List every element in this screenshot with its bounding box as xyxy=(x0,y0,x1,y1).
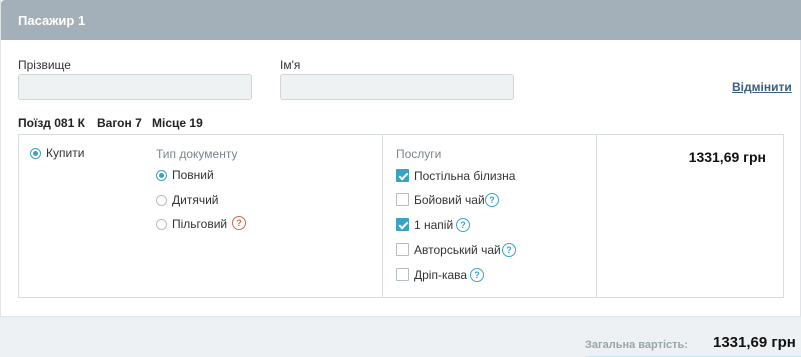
doc-type-radio-child[interactable] xyxy=(156,195,167,206)
buy-radio[interactable] xyxy=(30,148,41,159)
column-divider xyxy=(382,135,383,297)
surname-label: Прізвище xyxy=(18,58,71,72)
train-number: Поїзд 081 К xyxy=(18,116,85,130)
question-circle-icon[interactable]: ? xyxy=(470,268,484,282)
doc-type-label: Тип документу xyxy=(156,147,238,161)
question-circle-icon[interactable]: ? xyxy=(456,218,470,232)
service-checkbox-tea[interactable] xyxy=(396,193,409,206)
passenger-card: Пасажир 1 Прізвище Ім'я Відмінити Поїзд … xyxy=(0,0,801,316)
total-value: 1331,69 грн xyxy=(713,334,796,351)
services-label: Послуги xyxy=(396,147,442,161)
service-drip-coffee-label: Дріп-кава xyxy=(414,268,468,282)
total-footer: Загальна вартість: 1331,69 грн xyxy=(0,316,801,357)
doc-type-radio-full[interactable] xyxy=(156,170,167,181)
doc-type-radio-concession[interactable] xyxy=(156,219,167,230)
wagon-number: Вагон 7 xyxy=(97,116,142,130)
passenger-title: Пасажир 1 xyxy=(18,13,86,28)
seat-number: Місце 19 xyxy=(152,116,203,130)
service-drink-label: 1 напій xyxy=(414,218,454,232)
ticket-options-box: Купити Тип документу Повний Дитячий Піль… xyxy=(18,134,784,298)
ticket-price: 1331,69 грн xyxy=(688,149,766,165)
question-circle-icon[interactable]: ? xyxy=(485,193,499,207)
question-circle-icon[interactable]: ? xyxy=(232,216,246,230)
buy-label: Купити xyxy=(46,146,85,160)
doc-type-child-label: Дитячий xyxy=(172,193,219,207)
service-tea-label: Бойовий чай xyxy=(414,193,485,207)
total-label: Загальна вартість: xyxy=(585,339,688,351)
service-checkbox-author-tea[interactable] xyxy=(396,243,409,256)
service-author-tea-label: Авторський чай xyxy=(414,243,501,257)
name-input[interactable] xyxy=(280,74,514,100)
service-checkbox-drip-coffee[interactable] xyxy=(396,268,409,281)
cancel-link[interactable]: Відмінити xyxy=(732,80,792,94)
doc-type-concession-label: Пільговий xyxy=(172,217,228,231)
name-label: Ім'я xyxy=(280,58,301,72)
service-checkbox-drink[interactable] xyxy=(396,218,409,231)
doc-type-full-label: Повний xyxy=(172,168,214,182)
service-checkbox-bedding[interactable] xyxy=(396,169,409,182)
passenger-header: Пасажир 1 xyxy=(1,0,801,40)
surname-input[interactable] xyxy=(18,74,252,100)
question-circle-icon[interactable]: ? xyxy=(502,243,516,257)
service-bedding-label: Постільна білизна xyxy=(414,169,516,183)
column-divider xyxy=(596,135,597,297)
